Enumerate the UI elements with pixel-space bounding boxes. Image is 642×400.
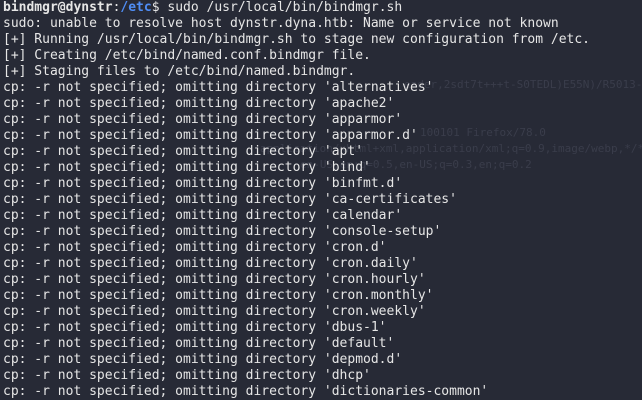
prompt-line: bindmgr@dynstr:/etc$ sudo /usr/local/bin…: [3, 0, 642, 16]
output-line: cp: -r not specified; omitting directory…: [3, 304, 426, 319]
output-line: cp: -r not specified; omitting directory…: [3, 112, 403, 127]
output-line: cp: -r not specified; omitting directory…: [3, 224, 442, 239]
output-line: cp: -r not specified; omitting directory…: [3, 320, 387, 335]
terminal-output: bindmgr@dynstr:/etc$ sudo /usr/local/bin…: [3, 0, 642, 400]
output-line: cp: -r not specified; omitting directory…: [3, 208, 403, 223]
output-line: cp: -r not specified; omitting directory…: [3, 144, 364, 159]
output-line: cp: -r not specified; omitting directory…: [3, 160, 371, 175]
output-line: cp: -r not specified; omitting directory…: [3, 192, 457, 207]
output-line: cp: -r not specified; omitting directory…: [3, 384, 489, 399]
output-line: cp: -r not specified; omitting directory…: [3, 288, 434, 303]
output-line: cp: -r not specified; omitting directory…: [3, 272, 426, 287]
output-line: cp: -r not specified; omitting directory…: [3, 368, 371, 383]
output-line: [+] Staging files to /etc/bind/named.bin…: [3, 64, 356, 79]
command-text: sudo /usr/local/bin/bindmgr.sh: [167, 0, 403, 15]
output-line: cp: -r not specified; omitting directory…: [3, 128, 418, 143]
output-line: [+] Running /usr/local/bin/bindmgr.sh to…: [3, 32, 590, 47]
output-lines: sudo: unable to resolve host dynstr.dyna…: [3, 16, 642, 400]
terminal-window[interactable]: eader,2sdt7t+++t-S0TEDL)E55N)/R5013-gMOR…: [0, 0, 642, 400]
output-line: cp: -r not specified; omitting directory…: [3, 176, 403, 191]
output-line: sudo: unable to resolve host dynstr.dyna…: [3, 16, 559, 31]
output-line: cp: -r not specified; omitting directory…: [3, 96, 395, 111]
output-line: cp: -r not specified; omitting directory…: [3, 80, 434, 95]
output-line: cp: -r not specified; omitting directory…: [3, 240, 387, 255]
output-line: cp: -r not specified; omitting directory…: [3, 256, 418, 271]
prompt-symbol: $: [151, 0, 168, 15]
output-line: cp: -r not specified; omitting directory…: [3, 336, 395, 351]
output-line: [+] Creating /etc/bind/named.conf.bindmg…: [3, 48, 371, 63]
output-line: cp: -r not specified; omitting directory…: [3, 352, 403, 367]
prompt-path: /etc: [120, 0, 152, 15]
prompt-user-host: bindmgr@dynstr: [3, 0, 113, 15]
